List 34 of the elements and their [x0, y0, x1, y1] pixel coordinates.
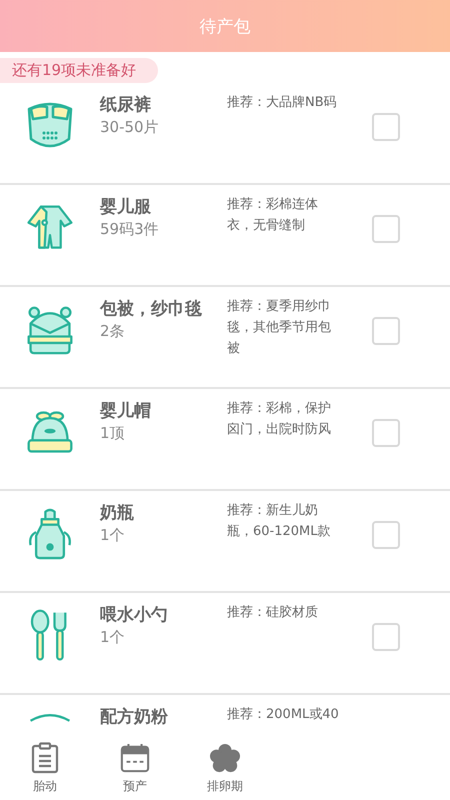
item-name: 喂水小勺: [100, 604, 169, 626]
item-name: 奶瓶: [100, 502, 135, 524]
item-recommendation: 推荐：200ML或40: [227, 706, 340, 724]
tab[interactable]: 排卵期: [180, 736, 270, 800]
item-name: 包被，纱巾毯: [100, 298, 203, 320]
calendar-icon: [120, 742, 150, 774]
item-recommendation: 推荐：大品牌NB码: [227, 94, 338, 112]
item-quantity: 59码3件: [100, 220, 160, 239]
item-quantity: 2条: [100, 322, 126, 341]
item-name: 婴儿服: [100, 196, 152, 218]
item-recommendation: 推荐：彩棉连体衣，无骨缝制: [227, 196, 319, 235]
checkbox[interactable]: [372, 215, 400, 243]
item-recommendation: 推荐：新生儿奶瓶，60-120ML款: [227, 502, 332, 541]
item-quantity: 30-50片: [100, 118, 160, 137]
item-name: 配方奶粉: [100, 706, 169, 728]
checkbox[interactable]: [372, 623, 400, 651]
item-quantity: 1个: [100, 628, 126, 647]
item-quantity: 1个: [100, 526, 126, 545]
item-recommendation: 推荐：彩棉，保护囟门，出院时防风: [227, 400, 332, 439]
checkbox[interactable]: [372, 419, 400, 447]
item-quantity: 1顶: [100, 424, 126, 443]
checkbox[interactable]: [372, 113, 400, 141]
remaining-banner: 还有19项未准备好: [0, 58, 158, 83]
page-title: 待产包: [200, 16, 250, 38]
flower-icon: [210, 742, 240, 774]
tab[interactable]: 胎动: [0, 736, 90, 800]
tab[interactable]: 预产: [90, 736, 180, 800]
checkbox[interactable]: [372, 521, 400, 549]
item-name: 婴儿帽: [100, 400, 152, 422]
clipboard-icon: [30, 742, 60, 774]
item-recommendation: 推荐：夏季用纱巾毯，其他季节用包被: [227, 298, 332, 358]
item-recommendation: 推荐：硅胶材质: [227, 604, 319, 622]
item-name: 纸尿裤: [100, 94, 152, 116]
checkbox[interactable]: [372, 317, 400, 345]
